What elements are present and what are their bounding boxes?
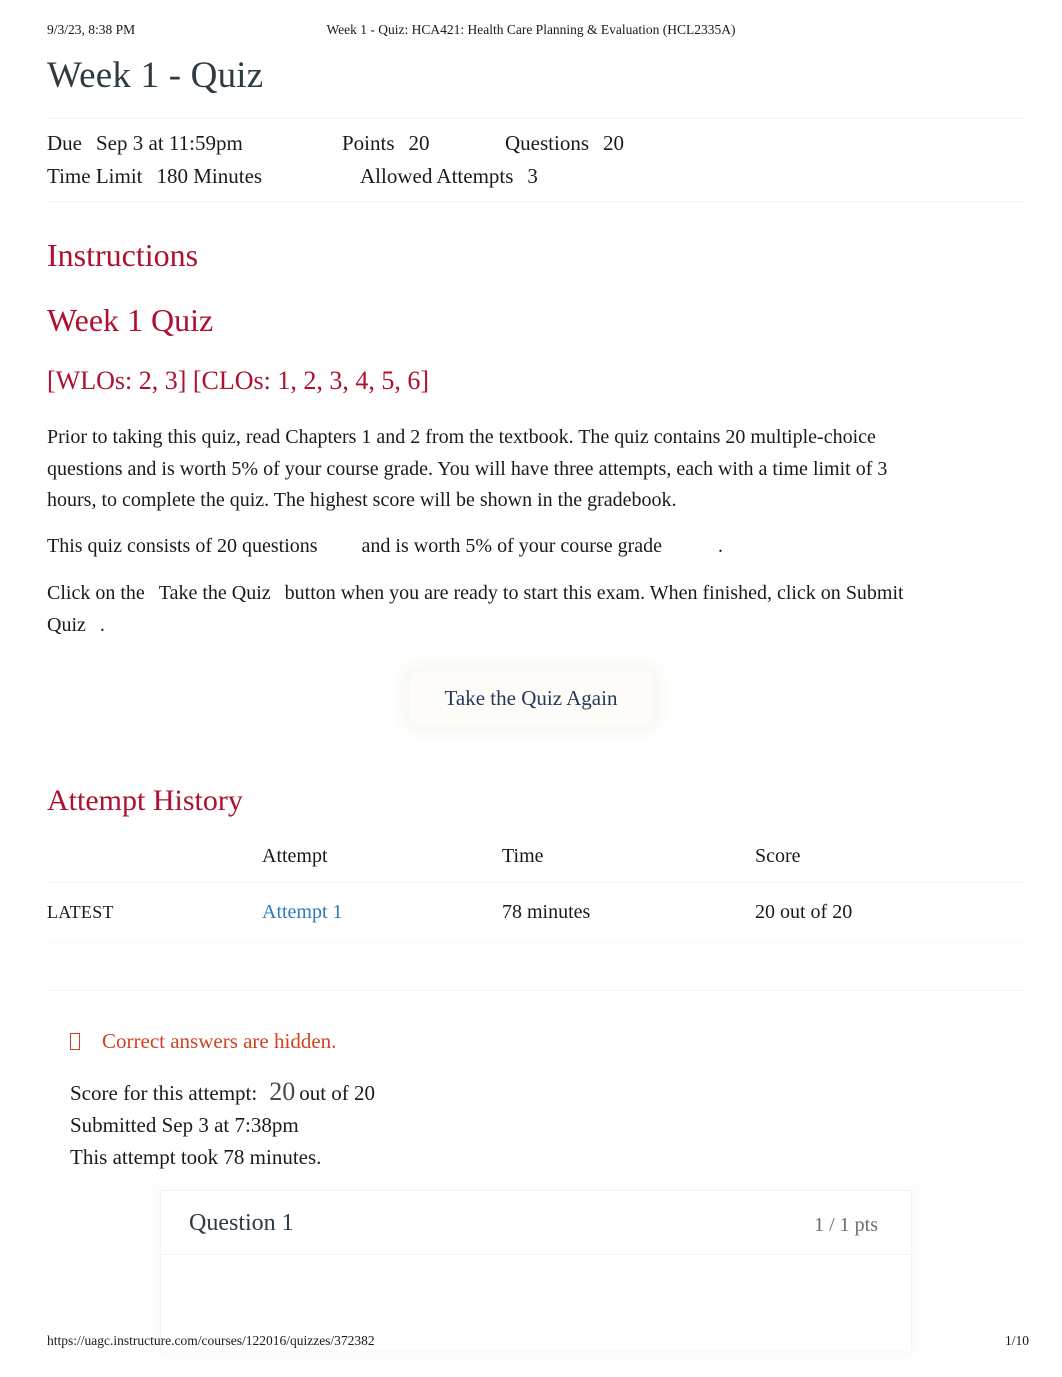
correct-answers-hidden-text: Correct answers are hidden. <box>102 1029 337 1053</box>
paragraph-3-take-quiz-text: Take the Quiz <box>158 582 271 604</box>
question-points: 1 / 1 pts <box>814 1214 878 1236</box>
quiz-details-row-2: Time Limit 180 Minutes Allowed Attempts 3 <box>47 160 1026 193</box>
correct-answers-hidden-notice: Correct answers are hidden. <box>70 1026 336 1056</box>
missing-glyph-box-icon <box>70 1032 80 1050</box>
column-header-attempt: Attempt <box>262 845 502 883</box>
quiz-allowed-attempts-label: Allowed Attempts <box>360 164 514 188</box>
quiz-questions-cell: Questions 20 <box>505 127 725 160</box>
attempt-history-table-body: LATEST Attempt 1 78 minutes 20 out of 20 <box>47 882 1026 943</box>
instructions-paragraph-2: This quiz consists of 20 questions and is… <box>47 531 927 563</box>
attempt-history-table-head: Attempt Time Score <box>47 845 1026 883</box>
paragraph-2-part-a: This quiz consists of 20 questions <box>47 535 318 557</box>
quiz-allowed-attempts-value: 3 <box>527 164 538 188</box>
instructions-paragraph-1: Prior to taking this quiz, read Chapters… <box>47 426 888 511</box>
cell-kept-badge: LATEST <box>47 882 262 943</box>
quiz-details-row-1: Due Sep 3 at 11:59pm Points 20 Questions 20 <box>47 127 1026 160</box>
paragraph-3-part-a: Click on the <box>47 582 145 604</box>
cell-time: 78 minutes <box>502 882 755 943</box>
quiz-questions-label: Questions <box>505 131 589 155</box>
page-title: Week 1 - Quiz <box>47 55 264 96</box>
paragraph-3-part-c: button when you are ready to start this … <box>284 582 841 604</box>
print-header-title: Week 1 - Quiz: HCA421: Health Care Plann… <box>326 22 736 37</box>
column-header-time: Time <box>502 845 755 883</box>
quiz-questions-value: 20 <box>603 131 624 155</box>
attempt-history-table: Attempt Time Score LATEST Attempt 1 78 m… <box>47 845 1026 943</box>
quiz-points-cell: Points 20 <box>342 127 505 160</box>
column-header-kept <box>47 845 262 883</box>
question-header: Question 1 1 / 1 pts <box>161 1191 911 1255</box>
quiz-points-label: Points <box>342 131 395 155</box>
cell-score: 20 out of 20 <box>755 882 1026 943</box>
score-out-of: out of 20 <box>299 1081 376 1105</box>
attempt-duration-line: This attempt took 78 minutes. <box>70 1145 322 1169</box>
cell-attempt: Attempt 1 <box>262 882 502 943</box>
attempt-table-bottom-divider <box>47 990 1026 991</box>
score-value: 20 <box>269 1077 296 1106</box>
table-header-row: Attempt Time Score <box>47 845 1026 883</box>
quiz-time-limit-label: Time Limit <box>47 164 143 188</box>
question-title: Question 1 <box>189 1210 294 1236</box>
submitted-line: Submitted Sep 3 at 7:38pm <box>70 1113 299 1137</box>
latest-badge: LATEST <box>47 902 114 922</box>
quiz-due-value: Sep 3 at 11:59pm <box>96 131 243 155</box>
column-header-score: Score <box>755 845 1026 883</box>
quiz-time-limit-cell: Time Limit 180 Minutes <box>47 160 360 193</box>
score-label: Score for this attempt: <box>70 1081 258 1105</box>
paragraph-2-part-c: . <box>718 535 724 557</box>
instructions-paragraph-3: Click on the Take the Quiz button when you… <box>47 578 947 641</box>
table-row: LATEST Attempt 1 78 minutes 20 out of 20 <box>47 882 1026 943</box>
quiz-time-limit-value: 180 Minutes <box>156 164 263 188</box>
instructions-heading: Instructions <box>47 237 199 273</box>
quiz-allowed-attempts-cell: Allowed Attempts 3 <box>360 160 580 193</box>
quiz-points-value: 20 <box>408 131 430 155</box>
print-footer-page-number: 1/10 <box>1004 1333 1029 1348</box>
quiz-details-box: Due Sep 3 at 11:59pm Points 20 Questions 20… <box>47 118 1026 202</box>
quiz-due-cell: Due Sep 3 at 11:59pm <box>47 127 342 160</box>
score-for-this-attempt-line: Score for this attempt: 20 out of 20 <box>70 1076 375 1109</box>
week-quiz-heading: Week 1 Quiz <box>47 302 214 338</box>
print-header: 9/3/23, 8:38 PM Week 1 - Quiz: HCA421: H… <box>0 22 1062 42</box>
print-footer-url: https://uagc.instructure.com/courses/122… <box>47 1333 375 1348</box>
attempt-score-summary: Score for this attempt: 20 out of 20 Submi… <box>70 1076 375 1173</box>
question-card: Question 1 1 / 1 pts <box>160 1190 912 1351</box>
attempt-history-heading: Attempt History <box>47 784 243 817</box>
print-footer: https://uagc.instructure.com/courses/122… <box>0 1333 1062 1351</box>
quiz-due-label: Due <box>47 131 82 155</box>
paragraph-3-part-e: . <box>99 613 105 636</box>
paragraph-2-part-b: and is worth 5% of your course grade <box>361 535 663 557</box>
outcomes-heading: [WLOs: 2, 3] [CLOs: 1, 2, 3, 4, 5, 6] <box>47 366 430 395</box>
take-quiz-button-container: Take the Quiz Again <box>0 672 1062 726</box>
take-the-quiz-again-button[interactable]: Take the Quiz Again <box>408 672 654 726</box>
attempt-1-link[interactable]: Attempt 1 <box>262 901 343 923</box>
